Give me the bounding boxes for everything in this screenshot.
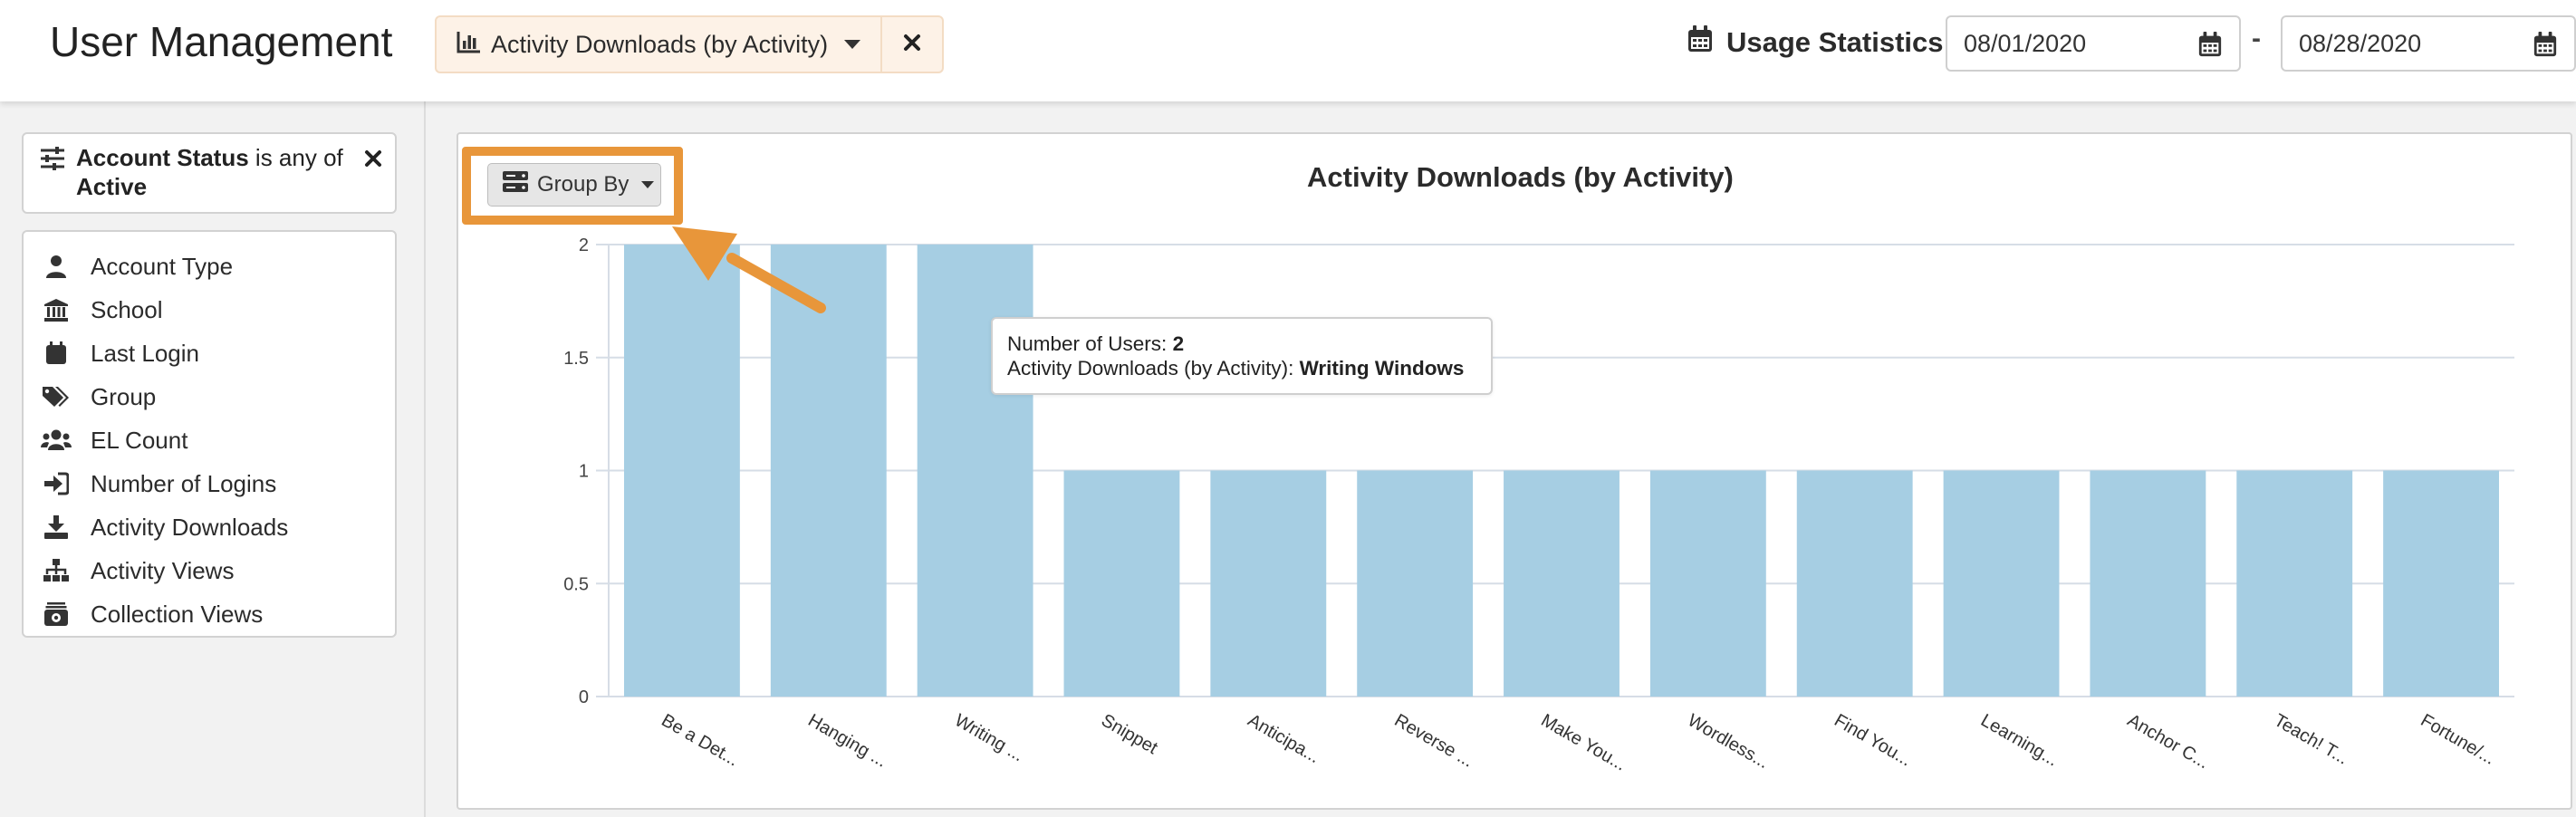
chart-bar[interactable] — [623, 245, 740, 697]
x-tick-label: Reverse ... — [1391, 710, 1477, 771]
x-tick-label: Writing ... — [951, 710, 1027, 765]
x-tick-label: Make You... — [1538, 710, 1630, 774]
report-dropdown-button[interactable]: Activity Downloads (by Activity) — [437, 17, 880, 72]
chart-bar[interactable] — [2236, 470, 2353, 697]
chart-bar[interactable] — [917, 245, 1033, 697]
report-selector-label: Activity Downloads (by Activity) — [491, 30, 829, 58]
y-tick-label: 0 — [579, 687, 589, 707]
bar-chart: 0 0.5 1 1.5 2 Be a Det... Hanging ... Writing .… — [563, 235, 2514, 775]
x-tick-label: Snippet — [1098, 710, 1161, 758]
chart-bar[interactable] — [2383, 470, 2500, 697]
group-by-label: Group By — [537, 172, 630, 197]
date-range-separator: - — [2252, 24, 2261, 53]
usage-statistics-text: Usage Statistics — [1726, 26, 1944, 58]
report-clear-button[interactable] — [880, 17, 942, 72]
x-tick-label: Anchor C... — [2124, 710, 2213, 773]
y-tick-label: 0.5 — [563, 574, 589, 594]
report-selector: Activity Downloads (by Activity) — [435, 15, 945, 73]
x-tick-label: Fortune/... — [2417, 710, 2499, 769]
x-tick-label: Teach! T... — [2271, 710, 2352, 768]
calendar-icon[interactable] — [2197, 31, 2223, 64]
y-tick-label: 1 — [579, 462, 589, 482]
start-date-value: 08/01/2020 — [1964, 29, 2087, 57]
bar-chart-icon — [457, 30, 482, 60]
page-title: User Management — [50, 18, 393, 65]
calendar-icon — [1687, 24, 1714, 61]
chart-bar[interactable] — [770, 245, 887, 697]
chart-bar[interactable] — [1063, 470, 1180, 697]
chart-bar[interactable] — [1357, 470, 1474, 697]
start-date-input[interactable]: 08/01/2020 — [1946, 15, 2241, 72]
end-date-value: 08/28/2020 — [2299, 29, 2422, 57]
tooltip-line-activity: Activity Downloads (by Activity): Writin… — [1007, 357, 1465, 380]
chart-bar[interactable] — [2090, 470, 2206, 697]
chevron-down-icon — [641, 181, 655, 188]
x-tick-label: Anticipa... — [1245, 710, 1323, 767]
x-tick-label: Find You... — [1831, 710, 1915, 770]
x-tick-label: Learning... — [1977, 710, 2062, 770]
y-tick-label: 2 — [579, 235, 589, 255]
group-by-button[interactable]: Group By — [487, 163, 661, 207]
chart-bar[interactable] — [1210, 470, 1327, 697]
y-tick-label: 1.5 — [563, 349, 589, 369]
x-tick-label: Wordless... — [1684, 710, 1772, 773]
server-icon — [503, 170, 528, 199]
chart-tooltip: Number of Users: 2 Activity Downloads (b… — [991, 317, 1493, 395]
x-tick-label: Hanging ... — [804, 710, 890, 771]
usage-statistics-label: Usage Statistics — [1687, 20, 1944, 65]
chart-bar[interactable] — [1649, 470, 1766, 697]
chart-bar[interactable] — [1943, 470, 2060, 697]
close-icon — [903, 34, 921, 56]
x-tick-label: Be a Det... — [658, 710, 742, 770]
chart-bar[interactable] — [1504, 470, 1620, 697]
chart-title: Activity Downloads (by Activity) — [1307, 161, 1734, 193]
tooltip-line-users: Number of Users: 2 — [1007, 332, 1185, 355]
chevron-down-icon — [844, 40, 861, 49]
header-bar: User Management Activity Downloads (by A… — [0, 0, 2576, 101]
chart-bar[interactable] — [1796, 470, 1913, 697]
end-date-input[interactable]: 08/28/2020 — [2281, 15, 2576, 72]
calendar-icon[interactable] — [2533, 31, 2558, 64]
